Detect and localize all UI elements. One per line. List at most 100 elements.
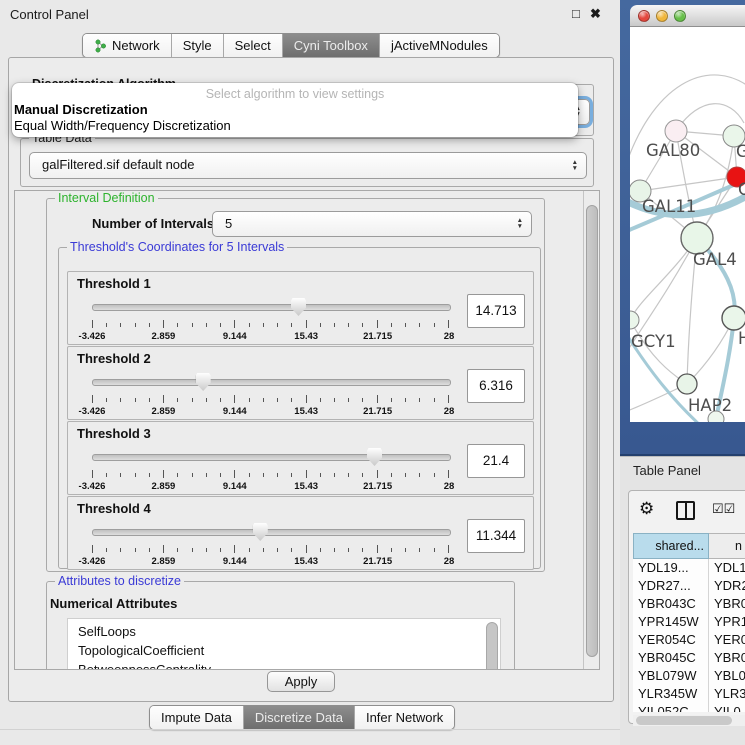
tab-cyni-toolbox[interactable]: Cyni Toolbox <box>283 34 380 57</box>
axis-tick-label: -3.426 <box>79 556 106 567</box>
tick-mark <box>434 323 435 327</box>
table-row[interactable]: YBR043CYBR0 <box>633 595 745 613</box>
cell[interactable]: YBR045C <box>633 649 709 667</box>
close-icon[interactable]: ✖ <box>590 6 601 22</box>
tick-mark <box>106 473 107 477</box>
tab-jactivemnodules[interactable]: jActiveMNodules <box>380 34 499 57</box>
table-row[interactable]: YBL079WYBL0 <box>633 667 745 685</box>
slider-tick-labels: -3.4262.8599.14415.4321.71528 <box>92 331 449 342</box>
dropdown-option-manual-discretization[interactable]: Manual Discretization <box>14 102 148 117</box>
threshold-slider[interactable]: -3.4262.8599.14415.4321.71528 <box>92 448 449 490</box>
table-row[interactable]: YPR145WYPR1 <box>633 613 745 631</box>
tick-mark <box>163 320 164 328</box>
cell[interactable]: YBL079W <box>633 667 709 685</box>
table-row[interactable]: YLR345WYLR3 <box>633 685 745 703</box>
minimize-traffic-light[interactable] <box>656 10 668 22</box>
threshold-slider[interactable]: -3.4262.8599.14415.4321.71528 <box>92 523 449 565</box>
table-header: shared... n <box>633 533 745 559</box>
network-node[interactable] <box>722 306 745 330</box>
slider-track[interactable] <box>92 454 451 461</box>
slider-handle[interactable] <box>253 523 268 541</box>
cell[interactable]: YPR145W <box>633 613 709 631</box>
cell[interactable]: YER0 <box>709 631 745 649</box>
slider-track[interactable] <box>92 379 451 386</box>
table-row[interactable]: YIL052CYIL0 <box>633 703 745 712</box>
tick-mark <box>405 398 406 402</box>
node-label: GAL11 <box>642 197 696 216</box>
cell[interactable]: YIL052C <box>633 703 709 712</box>
number-of-intervals-combo[interactable]: 5 ▲▼ <box>212 211 532 237</box>
network-canvas[interactable]: GAL80 GAL11 GAL4 GCY1 HAP2 G C H <box>630 27 745 422</box>
slider-track[interactable] <box>92 529 451 536</box>
cell[interactable]: YDR2 <box>709 577 745 595</box>
settings-scrollbar <box>583 191 599 669</box>
tab-select[interactable]: Select <box>224 34 283 57</box>
table-data-group: Table Data galFiltered.sif default node … <box>20 138 594 187</box>
network-node[interactable] <box>630 311 639 329</box>
cell[interactable]: YPR1 <box>709 613 745 631</box>
tab-discretize-data[interactable]: Discretize Data <box>244 706 355 729</box>
table-row[interactable]: YBR045CYBR0 <box>633 649 745 667</box>
table-data-combo[interactable]: galFiltered.sif default node ▲▼ <box>29 152 587 179</box>
dropdown-option-equal-width[interactable]: Equal Width/Frequency Discretization <box>14 118 231 133</box>
network-node[interactable] <box>677 374 697 394</box>
close-traffic-light[interactable] <box>638 10 650 22</box>
table-row[interactable]: YDR27...YDR2 <box>633 577 745 595</box>
axis-tick-label: 15.43 <box>294 556 318 567</box>
cell[interactable]: YBR0 <box>709 595 745 613</box>
split-columns-icon[interactable] <box>676 501 695 520</box>
cell[interactable]: YIL0 <box>709 703 745 712</box>
axis-tick-label: -3.426 <box>79 481 106 492</box>
threshold-value-field[interactable]: 11.344 <box>467 519 525 553</box>
apply-button[interactable]: Apply <box>267 671 335 692</box>
scrollbar-thumb[interactable] <box>586 205 598 657</box>
network-window-titlebar[interactable] <box>630 5 745 27</box>
cell[interactable]: YBR0 <box>709 649 745 667</box>
cell[interactable]: YDL1 <box>709 559 745 577</box>
threshold-value-field[interactable]: 6.316 <box>467 369 525 403</box>
list-item[interactable]: SelfLoops <box>68 622 500 641</box>
cell[interactable]: YBL0 <box>709 667 745 685</box>
tab-style[interactable]: Style <box>172 34 224 57</box>
scrollbar-thumb[interactable] <box>636 716 732 725</box>
cell[interactable]: YLR345W <box>633 685 709 703</box>
table-row[interactable]: YER054CYER0 <box>633 631 745 649</box>
threshold-value-field[interactable]: 14.713 <box>467 294 525 328</box>
slider-tick-labels: -3.4262.8599.14415.4321.71528 <box>92 481 449 492</box>
slider-handle[interactable] <box>196 373 211 391</box>
cell[interactable]: YDR27... <box>633 577 709 595</box>
cell[interactable]: YDL19... <box>633 559 709 577</box>
float-window-icon[interactable]: □ <box>572 6 580 21</box>
zoom-traffic-light[interactable] <box>674 10 686 22</box>
threshold-slider[interactable]: -3.4262.8599.14415.4321.71528 <box>92 298 449 340</box>
cell[interactable]: YER054C <box>633 631 709 649</box>
checkbox-icons[interactable]: ☑☑ <box>712 501 735 517</box>
column-header-shared-name[interactable]: shared... <box>633 533 709 559</box>
list-item[interactable]: BetweennessCentrality <box>68 660 500 670</box>
thresholds-group: Threshold's Coordinates for 5 Intervals … <box>58 247 541 569</box>
tab-network[interactable]: Network <box>83 34 172 57</box>
gear-icon[interactable]: ⚙ <box>639 499 654 519</box>
tick-mark <box>149 473 150 477</box>
threshold-value-field[interactable]: 21.4 <box>467 444 525 478</box>
threshold-slider[interactable]: -3.4262.8599.14415.4321.71528 <box>92 373 449 415</box>
slider-handle[interactable] <box>367 448 382 466</box>
tick-mark <box>405 323 406 327</box>
list-item[interactable]: TopologicalCoefficient <box>68 641 500 660</box>
tab-label: Infer Network <box>366 706 443 729</box>
list-scrollbar[interactable] <box>486 622 498 670</box>
network-icon <box>94 39 107 53</box>
tab-label: Discretize Data <box>255 706 343 729</box>
tab-impute-data[interactable]: Impute Data <box>150 706 244 729</box>
table-row[interactable]: YDL19...YDL1 <box>633 559 745 577</box>
column-header-name[interactable]: n <box>709 533 745 559</box>
cell[interactable]: YLR3 <box>709 685 745 703</box>
slider-track[interactable] <box>92 304 451 311</box>
slider-handle[interactable] <box>291 298 306 316</box>
table-panel-titlebar: Table Panel <box>620 456 745 484</box>
tick-mark <box>120 398 121 402</box>
network-node[interactable] <box>665 120 687 142</box>
cell[interactable]: YBR043C <box>633 595 709 613</box>
tab-infer-network[interactable]: Infer Network <box>355 706 454 729</box>
group-title: Threshold's Coordinates for 5 Intervals <box>67 240 287 254</box>
